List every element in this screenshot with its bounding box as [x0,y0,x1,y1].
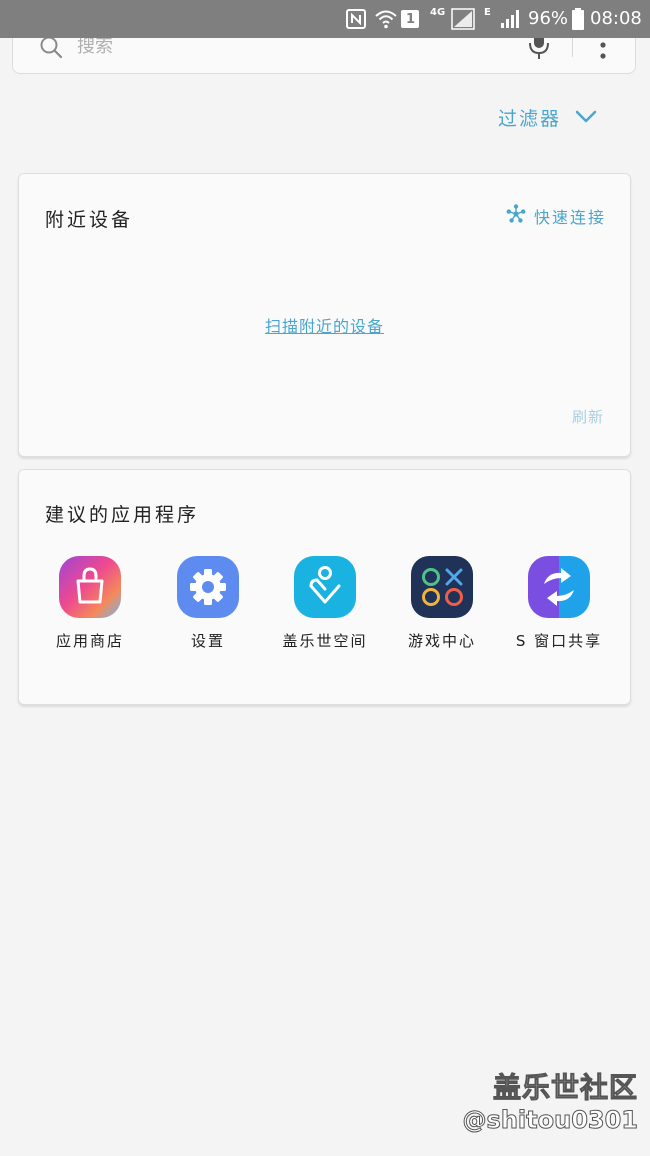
signal-icon [451,8,475,30]
scan-nearby-devices-link[interactable]: 扫描附近的设备 [19,313,630,337]
nearby-devices-title: 附近设备 [45,209,134,231]
filter-label: 过滤器 [498,107,562,130]
app-label-galaxy-space: 盖乐世空间 [282,632,368,650]
refresh-button[interactable]: 刷新 [572,406,604,427]
clock: 08:08 [590,8,642,29]
app-label-settings: 设置 [190,632,225,650]
window-share-icon [528,556,590,618]
nearby-devices-card: 附近设备 快速连接 扫描附近的设备 刷新 [18,173,631,457]
filter-dropdown[interactable]: 过滤器 [498,103,597,131]
app-item-settings[interactable]: 设置 [149,556,267,656]
signal-bars-icon [500,8,522,30]
battery-icon [572,8,584,30]
app-item-game-center[interactable]: 游戏中心 [383,556,501,656]
quick-connect-label: 快速连接 [533,208,606,227]
wifi-icon [375,8,397,30]
network-e-label: E [484,7,491,18]
suggested-apps-title: 建议的应用程序 [45,504,200,526]
suggested-apps-card: 建议的应用程序 应用商店 设置 盖乐世空间 游戏中心 S 窗口共享 [18,469,631,705]
nfc-icon [346,8,366,30]
app-item-window-share[interactable]: S 窗口共享 [500,556,618,656]
search-divider [572,37,573,57]
network-4g-label: 4G [430,7,446,18]
game-center-icon [411,556,473,618]
status-bar: 1 4G E 96% 08:08 [0,0,650,38]
battery-percent: 96% [528,8,569,29]
sim-slot-label: 1 [406,12,416,27]
quick-connect-button[interactable]: 快速连接 [506,204,606,228]
app-label-game-center: 游戏中心 [407,632,476,650]
settings-icon [177,556,239,618]
app-store-icon [59,556,121,618]
search-icon[interactable] [39,35,63,63]
galaxy-space-icon [294,556,356,618]
app-label-window-share: S 窗口共享 [515,632,603,650]
watermark-title: 盖乐世社区 [492,1071,638,1105]
quick-connect-icon [506,204,526,228]
chevron-down-icon [575,110,597,124]
app-item-app-store[interactable]: 应用商店 [31,556,149,656]
watermark-handle: @shitou0301 [462,1106,638,1135]
app-label-app-store: 应用商店 [55,632,124,650]
app-item-galaxy-space[interactable]: 盖乐世空间 [266,556,384,656]
